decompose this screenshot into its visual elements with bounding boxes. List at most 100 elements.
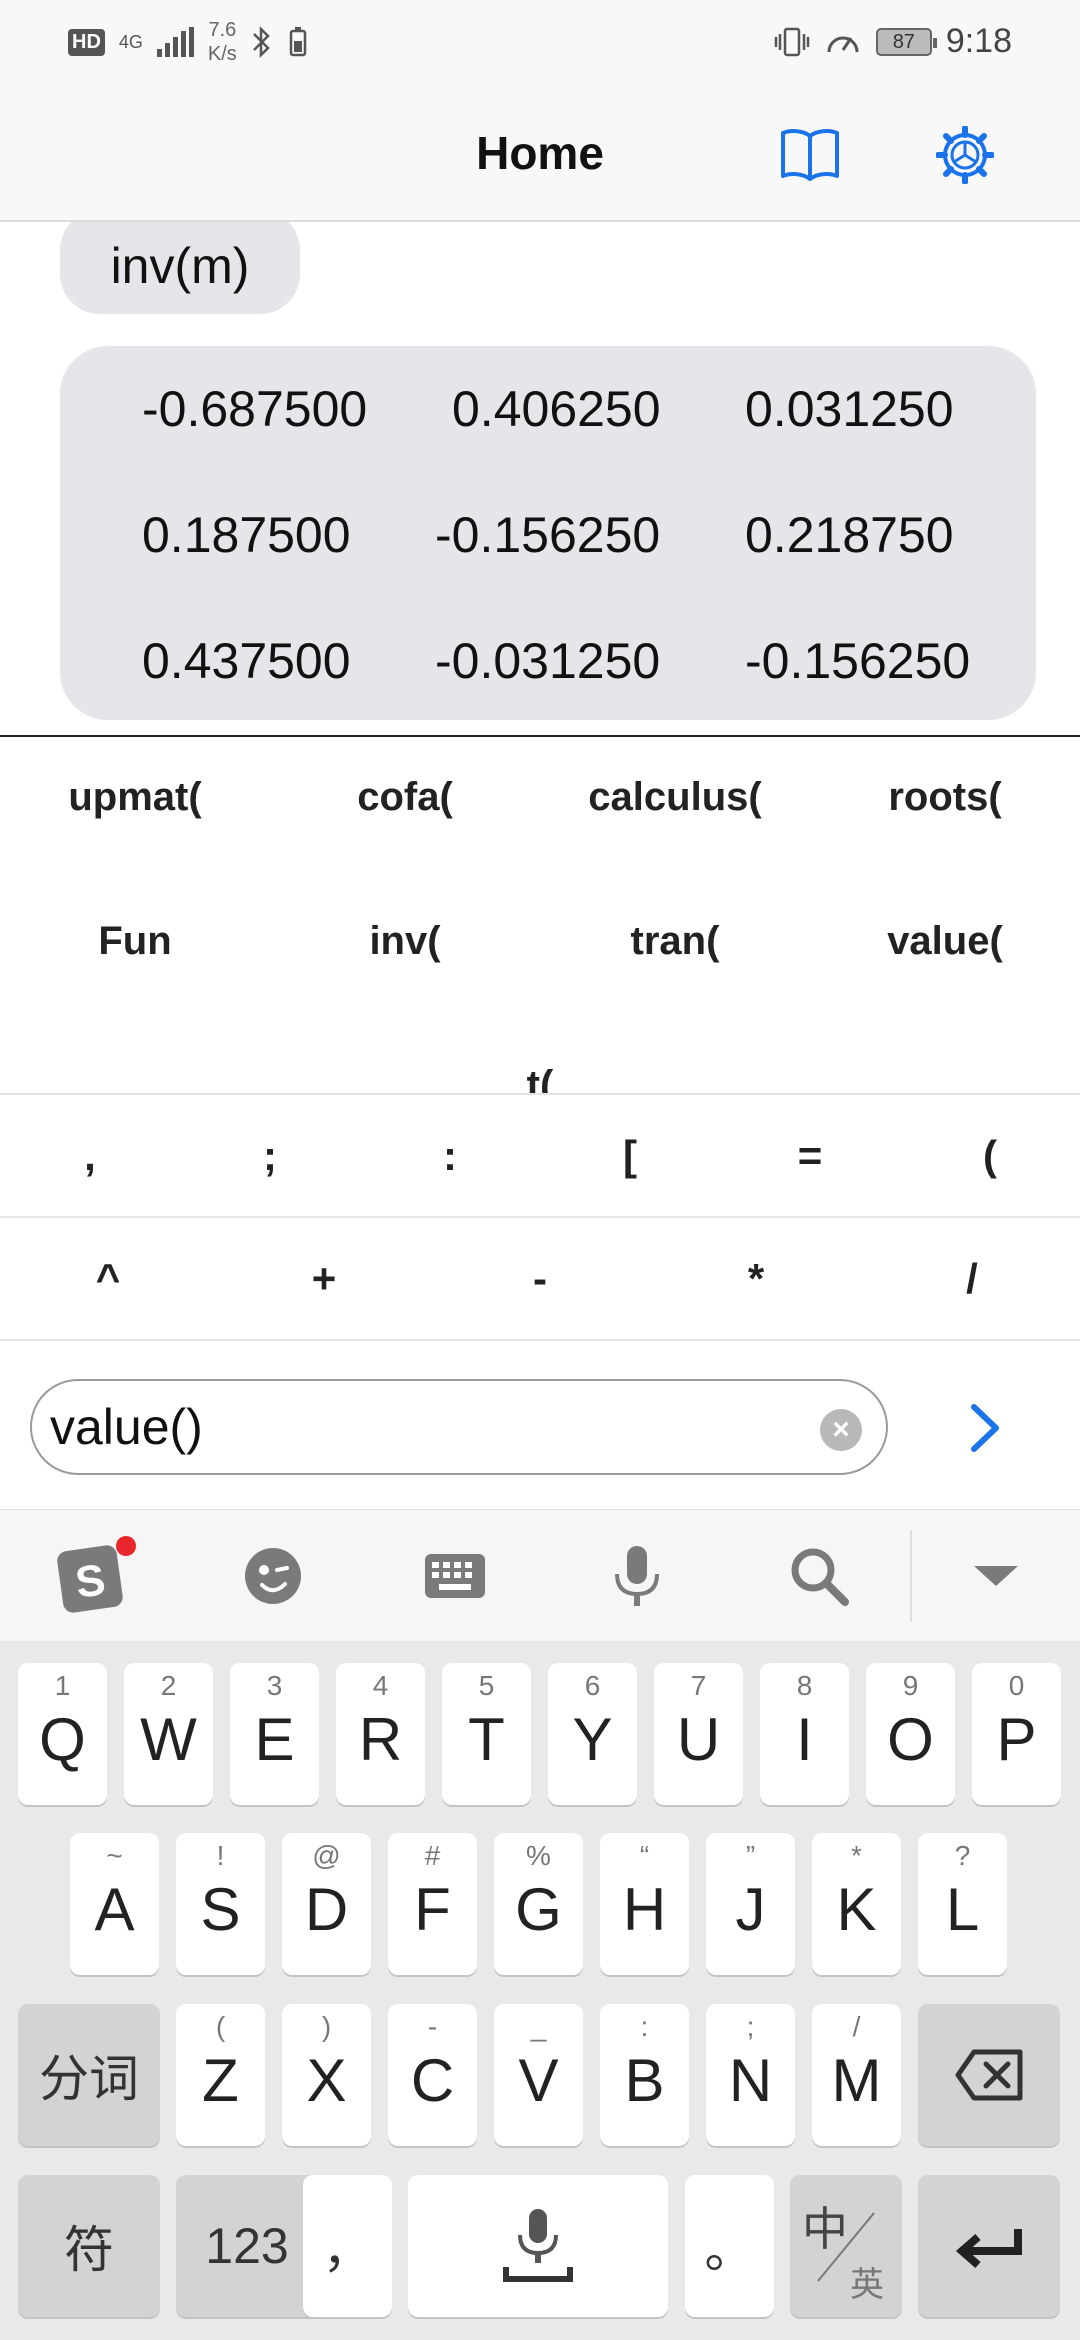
speed-value: 7.6 xyxy=(208,19,237,41)
symbols-key[interactable]: 符 xyxy=(18,2175,160,2317)
period-key[interactable]: 。 xyxy=(685,2175,774,2317)
symbol-key[interactable]: - xyxy=(450,1218,630,1340)
numeric-key[interactable]: 123 xyxy=(176,2175,318,2317)
status-right: 87 9:18 xyxy=(774,22,1012,61)
network-type: 4G xyxy=(118,32,143,52)
function-panel[interactable]: upmat( cofa( calculus( roots( Fun inv( t… xyxy=(0,737,1080,1093)
key-h[interactable]: “H xyxy=(600,1833,689,1975)
key-o[interactable]: 9O xyxy=(866,1663,955,1805)
key-m[interactable]: / M xyxy=(812,2004,901,2146)
symbol-key[interactable]: ; xyxy=(180,1095,360,1217)
key-r[interactable]: 4R xyxy=(336,1663,425,1805)
hd-badge: HD xyxy=(68,28,105,56)
search-icon[interactable] xyxy=(783,1540,855,1612)
symbol-key[interactable]: : xyxy=(360,1095,540,1217)
symbol-key[interactable]: ( xyxy=(900,1095,1080,1217)
battery-level: 87 xyxy=(875,27,937,56)
function-button-value[interactable]: value( xyxy=(810,919,1080,964)
toolbar-divider xyxy=(910,1530,912,1622)
key-a[interactable]: ~ A xyxy=(70,1833,159,1975)
expression-input-text[interactable]: value() xyxy=(50,1381,203,1473)
matrix-cell: 0.406250 xyxy=(452,381,661,437)
key-k[interactable]: * K xyxy=(812,1833,901,1975)
emoji-icon[interactable] xyxy=(237,1540,309,1612)
key-t[interactable]: 5T xyxy=(442,1663,531,1805)
page-title: Home xyxy=(476,127,604,179)
result-area: inv(m) -0.687500 0.406250 0.031250 0.187… xyxy=(0,222,1080,736)
voice-input-icon xyxy=(503,2209,573,2282)
matrix-cell: -0.031250 xyxy=(435,633,661,689)
key-u[interactable]: 7U xyxy=(654,1663,743,1805)
soft-keyboard: 1Q 2W 3E 4R 5T 6Y 7U 8I 9O 0P ~ A ! S @ D #… xyxy=(0,1641,1080,2340)
key-p[interactable]: 0P xyxy=(972,1663,1061,1805)
speed-unit: K/s xyxy=(207,43,237,65)
book-icon[interactable] xyxy=(780,126,840,182)
matrix-cell: 0.187500 xyxy=(142,507,351,563)
function-button-inv[interactable]: inv( xyxy=(270,919,540,964)
function-button-fun[interactable]: Fun xyxy=(0,919,270,964)
function-button-roots[interactable]: roots( xyxy=(810,775,1080,820)
key-v[interactable]: _ V xyxy=(494,2004,583,2146)
signal-icon xyxy=(156,27,194,57)
comma-key[interactable]: ， xyxy=(303,2175,392,2317)
microphone-icon[interactable] xyxy=(601,1540,673,1612)
input-bar: value() × xyxy=(0,1339,1080,1509)
backspace-icon xyxy=(955,2049,1023,2101)
function-button-upmat[interactable]: upmat( xyxy=(0,775,270,820)
symbol-key[interactable]: ^ xyxy=(18,1218,198,1340)
function-button-cofa[interactable]: cofa( xyxy=(270,775,540,820)
settings-gear-icon[interactable] xyxy=(936,126,994,184)
keyboard-toolbar: S xyxy=(0,1509,1080,1641)
clock: 9:18 xyxy=(945,22,1012,60)
battery-saver-icon xyxy=(289,27,307,57)
matrix-cell: -0.687500 xyxy=(142,381,368,437)
key-j[interactable]: ” J xyxy=(706,1833,795,1975)
key-y[interactable]: 6Y xyxy=(548,1663,637,1805)
speedometer-icon xyxy=(827,36,859,52)
key-w[interactable]: 2W xyxy=(124,1663,213,1805)
language-switch-key[interactable]: 中 英 xyxy=(790,2175,902,2317)
key-s[interactable]: ! S xyxy=(176,1833,265,1975)
backspace-key[interactable] xyxy=(918,2004,1060,2146)
bluetooth-icon xyxy=(252,25,270,59)
matrix-cell: 0.031250 xyxy=(745,381,954,437)
key-f[interactable]: # F xyxy=(388,1833,477,1975)
key-l[interactable]: ? L xyxy=(918,1833,1007,1975)
matrix-cell: -0.156250 xyxy=(435,507,661,563)
sogou-logo-icon[interactable]: S xyxy=(52,1534,136,1618)
key-g[interactable]: % G xyxy=(494,1833,583,1975)
key-d[interactable]: @ D xyxy=(282,1833,371,1975)
key-e[interactable]: 3E xyxy=(230,1663,319,1805)
clear-icon[interactable]: × xyxy=(820,1409,862,1451)
segment-key[interactable]: 分词 xyxy=(18,2004,160,2146)
space-key[interactable] xyxy=(408,2175,668,2317)
function-button-calculus[interactable]: calculus( xyxy=(540,775,810,820)
symbol-key[interactable]: , xyxy=(0,1095,180,1217)
symbol-key[interactable]: * xyxy=(666,1218,846,1340)
matrix-row: -0.687500 0.406250 0.031250 xyxy=(60,346,1036,472)
symbol-key[interactable]: / xyxy=(882,1218,1062,1340)
key-i[interactable]: 8I xyxy=(760,1663,849,1805)
key-z[interactable]: (Z xyxy=(176,2004,265,2146)
key-b[interactable]: :B xyxy=(600,2004,689,2146)
symbol-key[interactable]: + xyxy=(234,1218,414,1340)
keyboard-icon[interactable] xyxy=(419,1540,491,1612)
matrix-cell: 0.218750 xyxy=(745,507,954,563)
symbol-key[interactable]: [ xyxy=(540,1095,720,1217)
key-q[interactable]: 1Q xyxy=(18,1663,107,1805)
enter-icon xyxy=(955,2229,1022,2269)
expression-input[interactable]: value() × xyxy=(30,1379,888,1475)
function-button-tran[interactable]: tran( xyxy=(540,919,810,964)
function-button-t[interactable]: t( xyxy=(405,1063,675,1093)
key-c[interactable]: -C xyxy=(388,2004,477,2146)
symbol-key[interactable]: = xyxy=(720,1095,900,1217)
collapse-keyboard-icon[interactable] xyxy=(960,1540,1032,1612)
enter-key[interactable] xyxy=(918,2175,1060,2317)
key-x[interactable]: ) X xyxy=(282,2004,371,2146)
symbol-row-2: ^ + - * / xyxy=(0,1216,1080,1338)
chevron-right-icon[interactable] xyxy=(954,1393,1014,1463)
status-left: HD 4G 7.6 K/s xyxy=(68,18,309,66)
network-speed: 7.6 K/s xyxy=(208,18,237,66)
matrix-cell: 0.437500 xyxy=(142,633,351,689)
key-n[interactable]: ; N xyxy=(706,2004,795,2146)
